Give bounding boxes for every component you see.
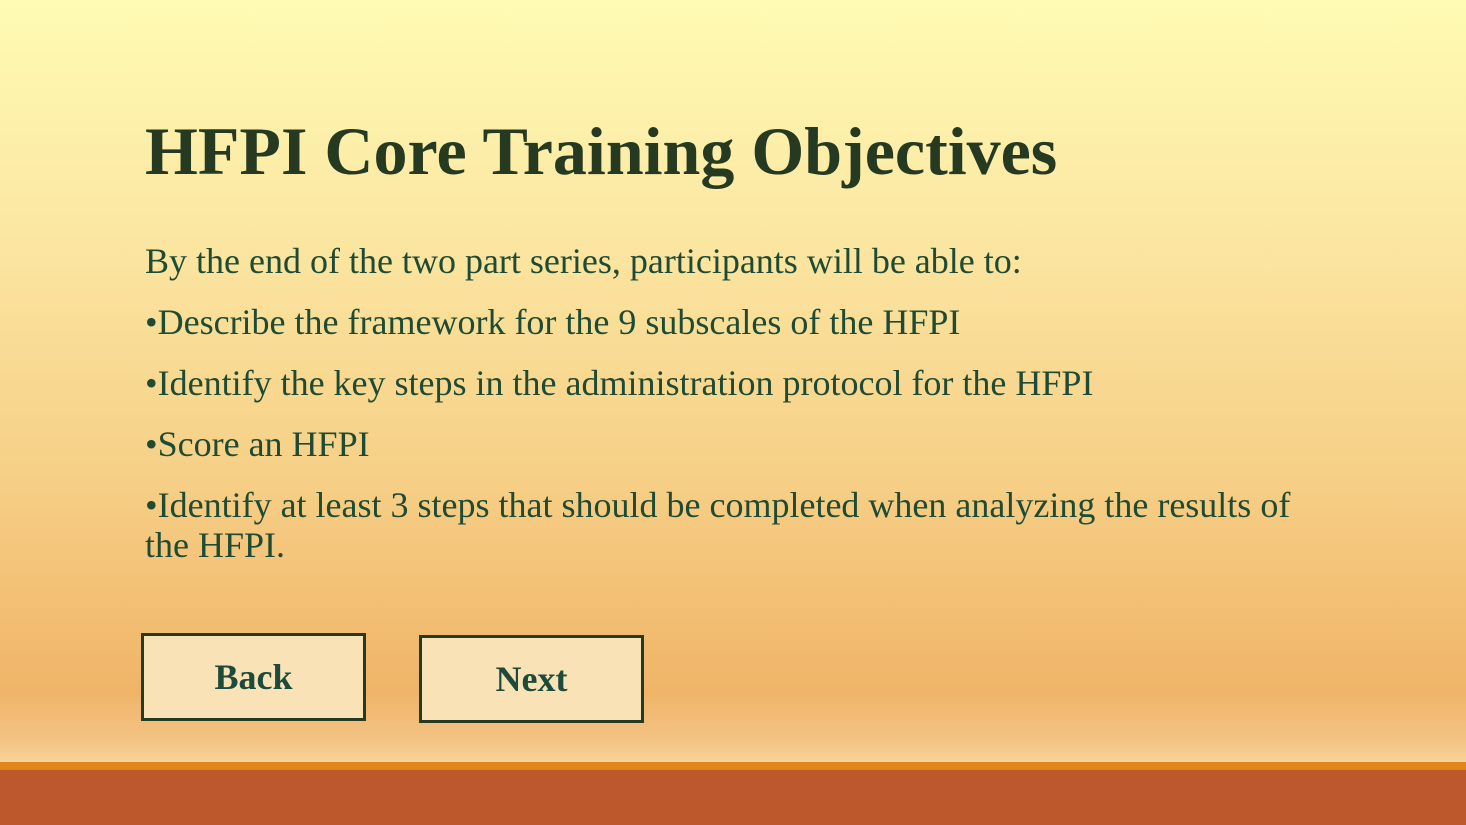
footer-accent-line — [0, 762, 1466, 770]
footer-bar — [0, 770, 1466, 825]
intro-text: By the end of the two part series, parti… — [145, 241, 1022, 281]
objective-item: •Identify the key steps in the administr… — [145, 363, 1094, 403]
objective-item: •Score an HFPI — [145, 424, 370, 464]
back-button-label: Back — [214, 657, 293, 697]
objective-item: •Identify at least 3 steps that should b… — [145, 485, 1291, 565]
objectives-body: By the end of the two part series, parti… — [145, 241, 1325, 586]
slide: HFPI Core Training Objectives By the end… — [0, 0, 1466, 825]
slide-title: HFPI Core Training Objectives — [145, 113, 1058, 189]
back-button[interactable]: Back — [141, 633, 366, 721]
next-button[interactable]: Next — [419, 635, 644, 723]
objective-item: •Describe the framework for the 9 subsca… — [145, 302, 961, 342]
next-button-label: Next — [495, 659, 568, 699]
